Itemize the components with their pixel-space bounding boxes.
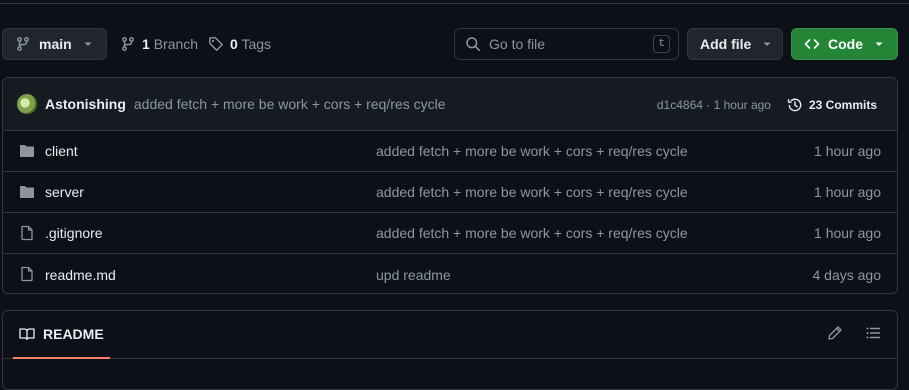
file-name[interactable]: server [45,184,84,200]
add-file-button[interactable]: Add file [687,28,783,60]
file-name[interactable]: client [45,143,78,159]
file-row-server[interactable]: server added fetch + more be work + cors… [3,172,897,213]
file-commit-message[interactable]: added fetch + more be work + cors + req/… [376,143,688,159]
outline-list-icon[interactable] [865,325,881,341]
author-avatar[interactable] [17,94,37,114]
commit-sha-time[interactable]: d1c4864 · 1 hour ago [657,98,771,112]
file-icon [21,266,33,282]
readme-tab-label: README [43,326,104,342]
git-branch-icon [122,37,134,51]
tags-link[interactable]: 0 Tags [208,28,271,60]
tags-count: 0 [230,36,238,52]
top-divider [0,0,909,4]
folder-icon [20,186,34,198]
chevron-down-icon [84,42,92,46]
file-commit-message[interactable]: added fetch + more be work + cors + req/… [376,184,688,200]
commits-history-link[interactable]: 23 Commits [787,97,877,113]
branches-label: Branch [153,36,199,52]
file-browser: Astonishing added fetch + more be work +… [2,77,898,294]
file-age: 1 hour ago [814,143,881,159]
file-age: 4 days ago [812,266,882,283]
branches-link[interactable]: 1 Branch [120,28,198,60]
file-name[interactable]: .gitignore [45,225,103,241]
branch-name: main [39,36,72,52]
tags-label: Tags [241,36,272,52]
branch-selector-button[interactable]: main [2,28,107,60]
add-file-label: Add file [700,36,752,52]
keyboard-shortcut-hint: t [653,35,670,53]
commit-author[interactable]: Astonishing [45,96,126,112]
repo-toolbar: main 1 Branch 0 Tags t Add file [0,28,909,60]
go-to-file-search[interactable]: t [454,28,679,60]
file-age: 1 hour ago [814,184,881,200]
folder-icon [20,145,34,157]
code-brackets-icon [804,39,820,49]
commit-message[interactable]: added fetch + more be work + cors + req/… [134,96,446,112]
book-icon [19,328,35,341]
readme-panel: README [2,310,898,390]
commit-meta: d1c4864 · 1 hour ago 23 Commits [657,78,877,131]
tab-readme[interactable]: README [13,311,110,359]
chevron-down-icon [763,42,771,46]
search-input[interactable] [489,36,646,52]
history-icon [787,98,802,111]
pencil-icon[interactable] [827,325,843,341]
file-commit-message[interactable]: added fetch + more be work + cors + req/… [376,225,688,241]
latest-commit-bar: Astonishing added fetch + more be work +… [3,78,897,131]
code-label: Code [828,36,863,52]
file-row-readme[interactable]: readme.md upd readme 4 days ago [3,254,897,293]
search-icon [466,37,480,51]
file-row-gitignore[interactable]: .gitignore added fetch + more be work + … [3,213,897,254]
chevron-down-icon [875,42,883,46]
readme-actions [827,325,881,341]
code-button[interactable]: Code [791,28,898,60]
file-name[interactable]: readme.md [45,267,116,283]
file-row-client[interactable]: client added fetch + more be work + cors… [3,131,897,172]
readme-header: README [3,311,897,359]
commits-count-label: 23 Commits [808,97,877,112]
tag-icon [209,37,223,51]
git-branch-icon [17,37,29,51]
file-age: 1 hour ago [814,225,881,241]
file-icon [21,225,33,241]
file-commit-message[interactable]: upd readme [376,267,451,283]
branches-count: 1 [142,36,150,52]
